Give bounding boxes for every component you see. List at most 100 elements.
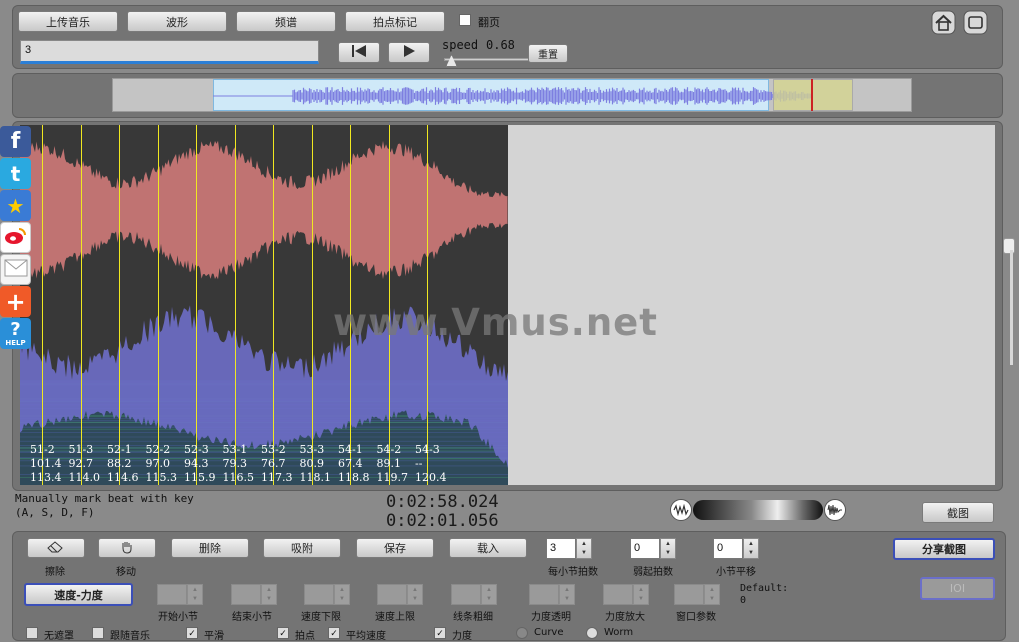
speed-low-stepper[interactable]: ▲ ▼ [304,584,350,605]
beat-line[interactable] [80,125,82,485]
beat-v2: 119.7 [376,471,409,484]
speed-high-value[interactable] [377,584,407,605]
side-scroll-track[interactable] [1010,250,1013,365]
force-opacity-arrows[interactable]: ▲ ▼ [559,584,575,605]
window-param-stepper[interactable]: ▲ ▼ [674,584,720,605]
start-bar-arrows[interactable]: ▲ ▼ [187,584,203,605]
play-button[interactable] [388,42,430,63]
beats-per-bar-value[interactable]: 3 [546,538,576,559]
line-width-arrows[interactable]: ▲ ▼ [481,584,497,605]
email-icon [4,259,28,280]
beat-line[interactable] [311,125,313,485]
checkbox-5[interactable]: ✓ [434,627,446,639]
help-button[interactable]: ? HELP [0,318,31,349]
radio-6[interactable] [516,627,528,639]
checkbox-0[interactable] [26,627,38,639]
end-bar-stepper[interactable]: ▲ ▼ [231,584,277,605]
upload-music-button[interactable]: 上传音乐 [18,11,118,32]
beat-line[interactable] [119,125,120,485]
beat-label: 53-3 80.9 118.1 [300,443,332,485]
beat-mark-button[interactable]: 拍点标记 [345,11,445,32]
side-scroll-handle[interactable] [1003,238,1015,254]
speed-high-stepper[interactable]: ▲ ▼ [377,584,423,605]
share-screenshot-button[interactable]: 分享截图 [893,538,995,560]
volume-gradient-bar[interactable] [693,500,823,520]
overview-playhead[interactable] [811,79,813,111]
delete-button[interactable]: 删除 [171,538,249,558]
beat-line[interactable] [157,125,159,485]
add-more-button[interactable]: + [0,286,31,317]
weibo-share-button[interactable] [0,222,31,253]
default-label: Default: [740,583,789,594]
force-opacity-stepper[interactable]: ▲ ▼ [529,584,575,605]
bar-shift-arrows[interactable]: ▲ ▼ [743,538,759,559]
email-share-button[interactable] [0,254,31,285]
force-opacity-value[interactable] [529,584,559,605]
beat-line[interactable] [196,125,197,485]
force-zoom-stepper[interactable]: ▲ ▼ [603,584,649,605]
twitter-share-button[interactable]: t [0,158,31,189]
waveform-button[interactable]: 波形 [127,11,227,32]
secondary-time: 0:02:01.056 [386,511,499,531]
checkbox-1[interactable] [92,627,104,639]
reset-speed-button[interactable]: 重置 [528,44,568,63]
facebook-share-button[interactable]: f [0,126,31,157]
pickup-beats-stepper[interactable]: 0 ▲ ▼ [630,538,676,559]
volume-control[interactable] [670,499,850,521]
home-icon[interactable] [931,10,956,35]
spectrum-button[interactable]: 频谱 [236,11,336,32]
overview-selection[interactable] [773,79,853,111]
end-bar-value[interactable] [231,584,261,605]
bar-shift-value[interactable]: 0 [713,538,743,559]
ioi-button[interactable]: IOI [920,577,995,600]
force-zoom-arrows[interactable]: ▲ ▼ [633,584,649,605]
beat-line[interactable] [234,125,236,485]
overview-timeline[interactable] [112,78,912,112]
speed-low-value[interactable] [304,584,334,605]
checkbox-3[interactable]: ✓ [277,627,289,639]
beat-line[interactable] [42,125,43,485]
mode-speed-force-button[interactable]: 速度-力度 [24,583,133,606]
bar-shift-stepper[interactable]: 0 ▲ ▼ [713,538,759,559]
pickup-beats-value[interactable]: 0 [630,538,660,559]
favorite-button[interactable]: ★ [0,190,31,221]
speed-high-arrows[interactable]: ▲ ▼ [407,584,423,605]
beat-v1: 94.3 [184,457,209,470]
skip-to-start-button[interactable] [338,42,380,63]
speed-slider[interactable] [444,55,530,67]
move-button[interactable] [98,538,156,558]
start-bar-stepper[interactable]: ▲ ▼ [157,584,203,605]
radio-7[interactable] [586,627,598,639]
start-bar-value[interactable] [157,584,187,605]
checkbox-4[interactable]: ✓ [328,627,340,639]
save-button[interactable]: 保存 [356,538,434,558]
beat-input-field[interactable]: 3 [20,40,319,64]
skip-to-start-icon [350,44,368,61]
flip-page-checkbox[interactable] [459,14,471,26]
beat-line[interactable] [273,125,274,485]
line-width-stepper[interactable]: ▲ ▼ [451,584,497,605]
speed-low-arrows[interactable]: ▲ ▼ [334,584,350,605]
checkbox-2[interactable]: ✓ [186,627,198,639]
fullscreen-icon[interactable] [963,10,988,35]
beats-per-bar-arrows[interactable]: ▲ ▼ [576,538,592,559]
watermark: www.Vmus.net [333,301,658,344]
snap-button[interactable]: 吸附 [263,538,341,558]
erase-button[interactable] [27,538,85,558]
beats-per-bar-stepper[interactable]: 3 ▲ ▼ [546,538,592,559]
screenshot-button[interactable]: 截图 [922,502,994,523]
beat-label: 54-1 [338,443,363,456]
window-param-value[interactable] [674,584,704,605]
window-param-arrows[interactable]: ▲ ▼ [704,584,720,605]
speed-slider-thumb[interactable] [446,55,457,67]
pickup-beats-arrows[interactable]: ▲ ▼ [660,538,676,559]
speed-label: speed [442,38,479,52]
beat-v1: 101.4 [30,457,62,470]
beat-v2: 118.1 [299,471,332,484]
load-button[interactable]: 载入 [449,538,527,558]
line-width-value[interactable] [451,584,481,605]
beat-label: 53-1 79.3 116.5 [223,443,255,485]
force-zoom-value[interactable] [603,584,633,605]
end-bar-arrows[interactable]: ▲ ▼ [261,584,277,605]
beat-label: 54-3 -- 120.4 [415,443,447,485]
